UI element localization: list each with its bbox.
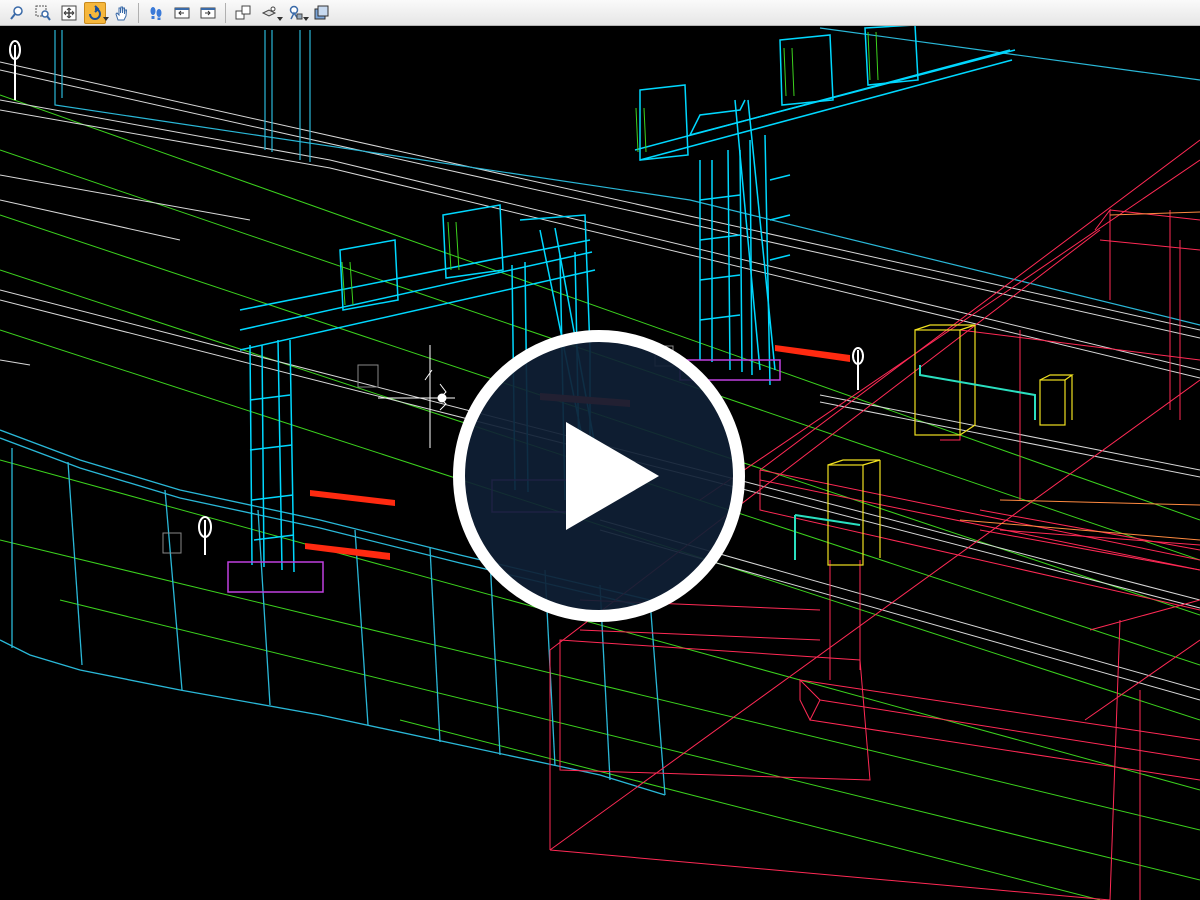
clip-volume-button[interactable] <box>284 2 309 24</box>
view-toolbar <box>0 0 1200 26</box>
zoom-button[interactable] <box>6 2 28 24</box>
zoom-icon <box>10 5 23 20</box>
zoom-window-button[interactable] <box>32 2 54 24</box>
toolbar-separator <box>225 2 226 23</box>
fit-view-icon <box>61 5 77 20</box>
clip-volume-icon <box>289 5 303 19</box>
walk-footprints-icon <box>150 6 162 20</box>
play-icon <box>453 330 745 622</box>
rotate-view-icon <box>89 4 101 20</box>
view-layout-button[interactable] <box>232 2 254 24</box>
walk-button[interactable] <box>145 2 167 24</box>
next-view-button[interactable] <box>197 2 219 24</box>
3d-viewport[interactable] <box>0 26 1200 900</box>
previous-view-icon <box>174 7 190 18</box>
footing-left <box>227 561 324 593</box>
display-style-button[interactable] <box>310 2 332 24</box>
previous-view-button[interactable] <box>171 2 193 24</box>
pan-hand-icon <box>115 6 128 20</box>
camera-button[interactable] <box>258 2 283 24</box>
fit-view-button[interactable] <box>58 2 80 24</box>
rotate-view-button[interactable] <box>84 1 109 24</box>
pan-button[interactable] <box>110 2 132 24</box>
play-video-button[interactable] <box>453 330 745 622</box>
toolbar-separator <box>138 2 139 23</box>
median-barrier <box>54 27 1200 326</box>
sign-panels <box>341 31 879 306</box>
view-layout-icon <box>235 5 251 19</box>
display-style-icon <box>314 5 329 19</box>
next-view-icon <box>200 7 216 18</box>
zoom-window-icon <box>35 5 51 21</box>
camera-icon <box>261 6 277 17</box>
crosshair-cursor <box>378 345 455 448</box>
